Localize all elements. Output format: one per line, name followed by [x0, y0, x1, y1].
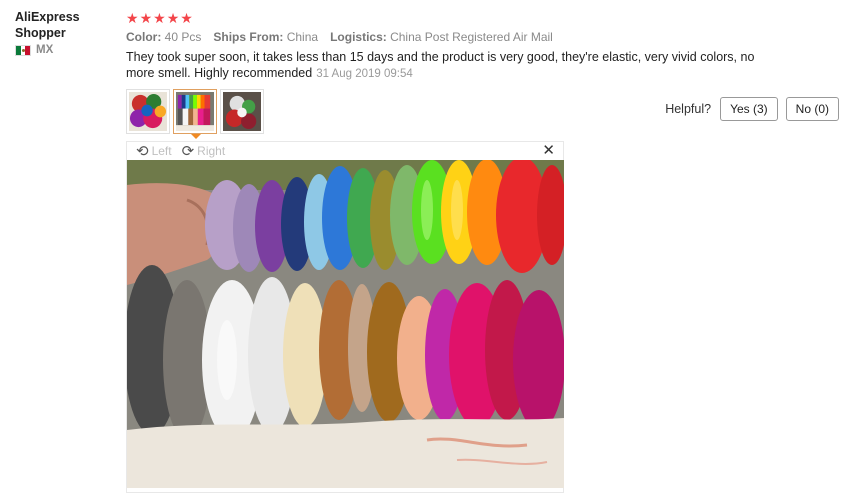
- rotate-right-icon: ⟳: [181, 142, 195, 160]
- photo-thumbnail[interactable]: [220, 89, 264, 134]
- reviewer-info: AliExpress Shopper MX: [15, 9, 110, 56]
- order-attributes: Color: 40 Pcs Ships From: China Logistic…: [126, 30, 846, 44]
- country-code: MX: [36, 44, 54, 56]
- helpful-votes: Helpful? Yes (3) No (0): [665, 97, 839, 121]
- helpful-no-button[interactable]: No (0): [785, 97, 839, 121]
- rotate-left-button[interactable]: ⟲ Left: [136, 144, 172, 159]
- star-icon: ★: [126, 9, 139, 26]
- photo-viewer: ⟲ Left ⟳ Right ✕: [126, 141, 564, 493]
- reviewer-name: AliExpress Shopper: [15, 10, 80, 40]
- photo-thumbnails: [126, 89, 264, 139]
- rotate-right-label: Right: [197, 144, 226, 158]
- review-date: 31 Aug 2019 09:54: [316, 68, 413, 80]
- review-photo-image: [127, 160, 564, 488]
- star-icon: ★: [166, 9, 180, 26]
- thumbnail-image: [223, 92, 261, 131]
- thumbnail-image: [176, 92, 214, 131]
- attr-ships-from: Ships From: China: [213, 30, 319, 44]
- helpful-yes-button[interactable]: Yes (3): [720, 97, 778, 121]
- star-icon: ★: [180, 9, 193, 26]
- photo-thumbnail[interactable]: [126, 89, 170, 134]
- rating-stars: ★ ★ ★ ★ ★: [126, 9, 846, 26]
- thumbnail-image: [129, 92, 167, 131]
- star-icon: ★: [139, 9, 153, 26]
- review-body: ★ ★ ★ ★ ★ Color: 40 Pcs Ships From: Chin…: [126, 9, 846, 82]
- rotate-left-icon: ⟲: [136, 142, 149, 160]
- helpful-label: Helpful?: [665, 102, 712, 116]
- rotate-left-label: Left: [151, 144, 172, 158]
- attr-color: Color: 40 Pcs: [126, 30, 202, 44]
- review-text: They took super soon, it takes less than…: [126, 49, 776, 82]
- reviewer-country: MX: [15, 44, 110, 56]
- star-icon: ★: [153, 9, 166, 26]
- review-text-content: They took super soon, it takes less than…: [126, 50, 755, 80]
- review-photo: [127, 160, 564, 488]
- close-icon[interactable]: ✕: [542, 143, 555, 159]
- attr-logistics: Logistics: China Post Registered Air Mai…: [330, 30, 553, 44]
- photo-thumbnail-selected[interactable]: [173, 89, 217, 139]
- rotate-right-button[interactable]: ⟳ Right: [182, 144, 226, 159]
- viewer-toolbar: ⟲ Left ⟳ Right ✕: [127, 142, 563, 160]
- mexico-flag-icon: [15, 44, 31, 56]
